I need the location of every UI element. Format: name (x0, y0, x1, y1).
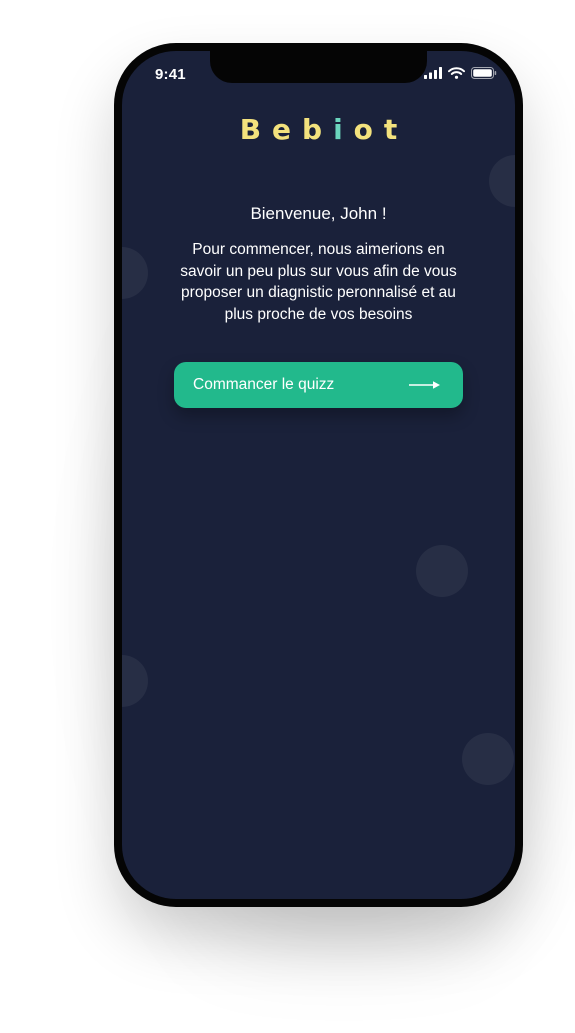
decorative-bubble (416, 545, 468, 597)
logo-text-accent: i (333, 113, 354, 146)
status-icons (424, 67, 497, 79)
logo-text-end: ot (353, 113, 409, 146)
decorative-bubble (122, 655, 148, 707)
decorative-bubble (462, 733, 514, 785)
signal-icon (424, 67, 442, 79)
phone-notch (210, 51, 427, 83)
mockup-stage: 9:41 Bebiot Bienvenue, John ! Pour comme… (0, 0, 575, 1033)
decorative-bubble (122, 247, 148, 299)
welcome-greeting: Bienvenue, John ! (250, 204, 387, 223)
phone-frame: 9:41 Bebiot Bienvenue, John ! Pour comme… (114, 43, 523, 907)
welcome-intro: Pour commencer, nous aimerions en savoir… (180, 241, 457, 323)
wifi-icon (448, 67, 465, 79)
app-screen: 9:41 Bebiot Bienvenue, John ! Pour comme… (122, 51, 515, 899)
decorative-bubble (489, 155, 515, 207)
start-quiz-button[interactable]: Commancer le quizz (174, 362, 463, 408)
app-logo: Bebiot (122, 113, 515, 146)
status-time: 9:41 (155, 66, 186, 83)
logo-text-start: Beb (239, 113, 334, 146)
battery-icon (471, 67, 497, 79)
arrow-right-icon (409, 381, 440, 389)
start-quiz-label: Commancer le quizz (193, 376, 335, 393)
